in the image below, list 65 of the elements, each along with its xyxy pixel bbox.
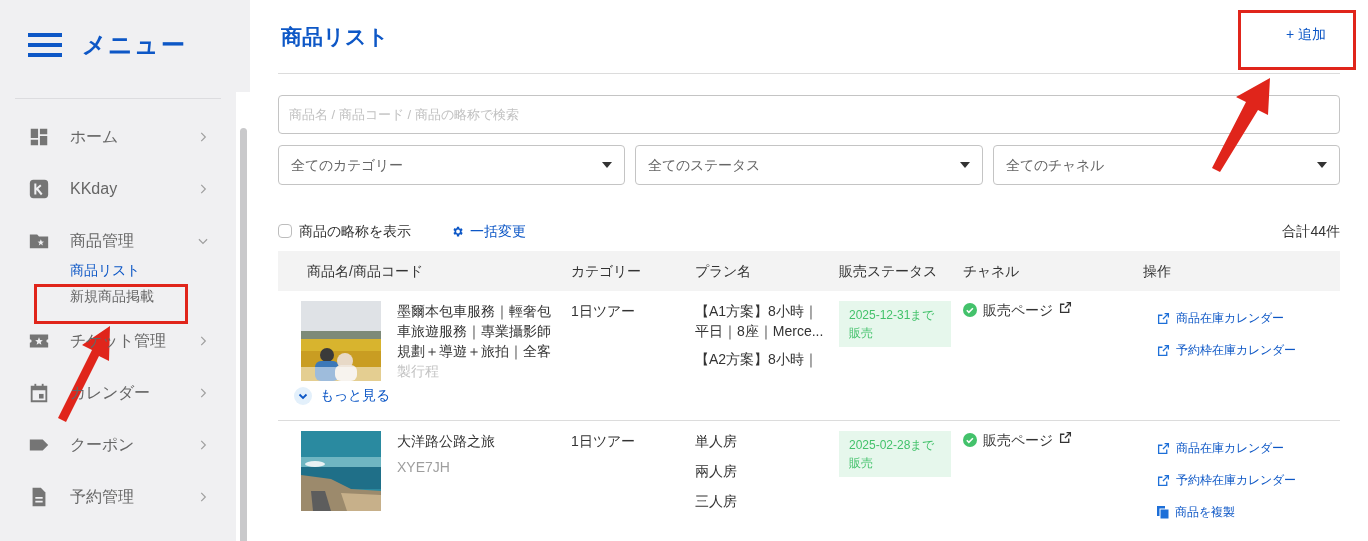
copy-icon [1157, 505, 1169, 519]
external-link-icon [1157, 441, 1170, 455]
plan-name: 兩人房 [695, 462, 738, 481]
external-link-icon [1157, 311, 1170, 325]
plan-name: 【A2方案】8小時｜ [695, 350, 819, 369]
menu-title: メニュー [82, 30, 186, 60]
sales-page-link[interactable]: 販売ページ [983, 431, 1053, 449]
product-name: 規劃＋導遊＋旅拍｜全客 [397, 342, 551, 361]
column-header: プラン名 [695, 261, 752, 281]
scrollbar-thumb[interactable] [239, 128, 247, 541]
checkbox[interactable] [278, 224, 292, 238]
bulk-edit-button[interactable]: 一括変更 [451, 220, 526, 242]
calendar-icon [28, 382, 50, 404]
filter-dropdown[interactable]: 全てのステータス [635, 145, 983, 185]
letter-k-icon [28, 178, 50, 200]
gear-icon [451, 224, 464, 238]
external-link-icon [1059, 431, 1072, 444]
sales-page-link[interactable]: 販売ページ [983, 301, 1053, 319]
external-link-icon [1059, 301, 1072, 314]
column-header: チャネル [963, 261, 1020, 281]
product-name: 墨爾本包車服務｜輕奢包 [397, 302, 551, 321]
plan-name: 三人房 [695, 492, 738, 511]
show-more-link[interactable]: もっと見る [294, 385, 571, 406]
calendar-link[interactable]: 予約枠在庫カレンダー [1157, 341, 1296, 359]
check-circle-icon [963, 433, 977, 447]
product-name: 大洋路公路之旅 [397, 432, 495, 451]
total-count: 合計44件 [1282, 221, 1340, 241]
submenu-item[interactable]: 商品リスト [70, 259, 236, 281]
external-link-icon [1157, 473, 1170, 487]
sidebar-item[interactable]: ホーム [0, 111, 236, 163]
product-code: XYE7JH [397, 458, 451, 477]
caret-icon [1317, 162, 1327, 168]
caret-icon [602, 162, 613, 168]
product-name: 製行程 [397, 362, 440, 381]
page-title: 商品リスト [281, 23, 389, 50]
add-button[interactable]: + 追加 [1285, 24, 1326, 45]
column-header: カテゴリー [571, 261, 642, 281]
calendar-link[interactable]: 商品在庫カレンダー [1157, 309, 1296, 327]
checkbox-label: 商品の略称を表示 [299, 221, 411, 241]
caret-icon [959, 162, 970, 168]
check-circle-icon [963, 303, 977, 317]
calendar-link[interactable]: 予約枠在庫カレンダー [1157, 471, 1296, 489]
status-badge: 2025-12-31まで販売 [839, 301, 951, 347]
copy-product-link[interactable]: 商品を複製 [1157, 503, 1296, 521]
plan-name: 【A1方案】8小時｜平日｜8座｜Merce... [695, 302, 825, 341]
chevron-down-icon [294, 386, 312, 405]
column-header: 商品名/商品コード [306, 261, 424, 281]
sidebar-item[interactable]: クーポン [0, 419, 236, 471]
sidebar-item[interactable]: チケット管理 [0, 315, 236, 367]
sidebar-item[interactable]: 予約管理 [0, 471, 236, 523]
submenu-item[interactable]: 新規商品掲載 [70, 285, 236, 307]
filter-dropdown[interactable]: 全てのチャネル [992, 145, 1340, 185]
plan-name: 単人房 [695, 432, 738, 451]
category-cell-text: 1日ツアー [571, 302, 636, 321]
sidebar-item[interactable]: KKday [0, 163, 236, 215]
column-header: 販売ステータス [839, 261, 938, 281]
calendar-link[interactable]: 商品在庫カレンダー [1157, 439, 1296, 457]
external-link-icon [1157, 343, 1170, 357]
status-badge: 2025-02-28まで販売 [839, 431, 951, 477]
menu-icon[interactable] [28, 33, 62, 57]
product-name: 車旅遊服務｜專業攝影師 [397, 322, 551, 341]
filter-dropdown[interactable]: 全てのカテゴリー [278, 145, 626, 185]
column-header: 操作 [1143, 261, 1171, 281]
category-cell-text: 1日ツアー [571, 432, 636, 451]
dashboard-icon [28, 126, 50, 148]
